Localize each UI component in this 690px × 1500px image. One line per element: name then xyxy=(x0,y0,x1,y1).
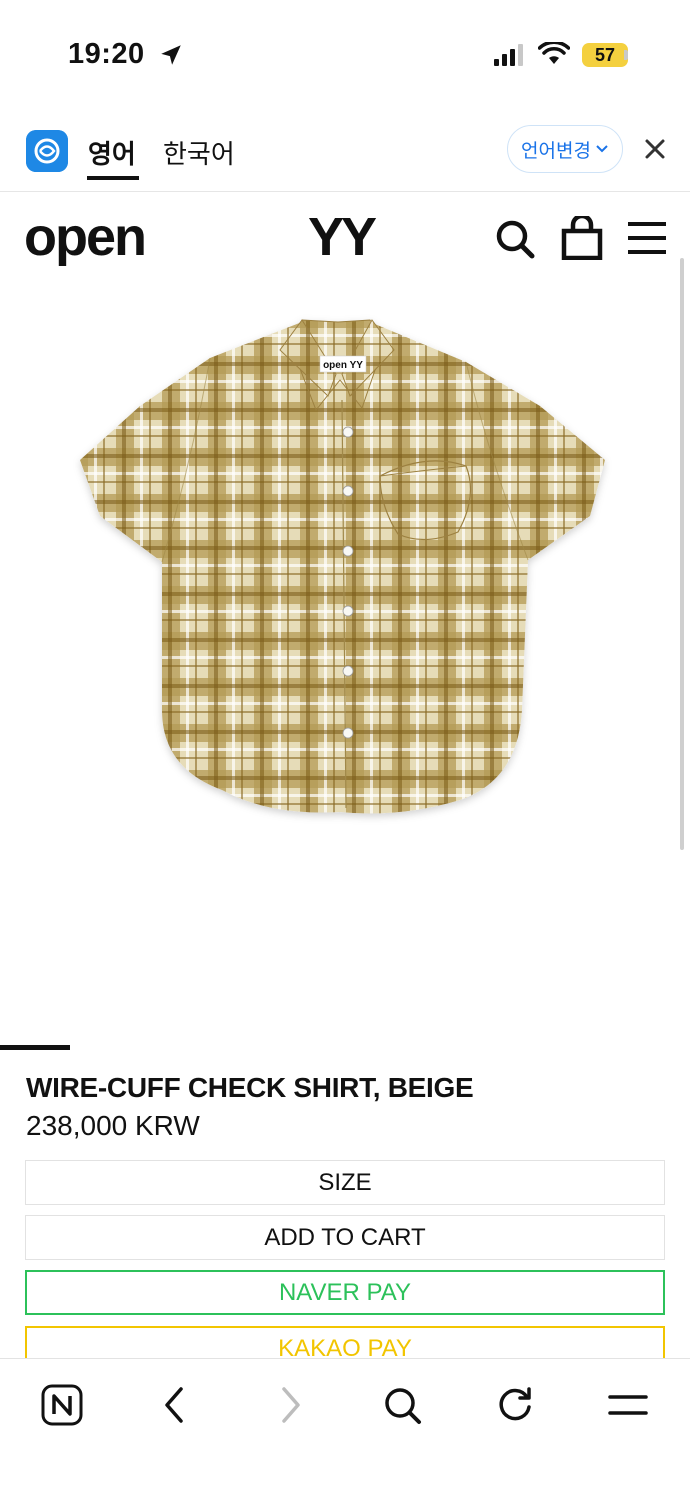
brand-logo-open[interactable]: open xyxy=(24,206,147,268)
search-icon[interactable] xyxy=(494,218,536,260)
chevron-down-icon xyxy=(596,145,608,153)
browser-menu-icon[interactable] xyxy=(606,1383,650,1427)
translator-logo-icon[interactable] xyxy=(26,130,68,172)
translate-bar: 영어 한국어 언어변경 xyxy=(0,110,690,192)
naver-pay-button[interactable]: NAVER PAY xyxy=(25,1270,665,1315)
close-icon[interactable] xyxy=(640,134,670,164)
shopping-bag-icon[interactable] xyxy=(560,216,604,260)
image-slide-indicator xyxy=(0,1045,70,1050)
active-tab-underline xyxy=(87,176,139,180)
add-to-cart-button[interactable]: ADD TO CART xyxy=(25,1215,665,1260)
garment-label: open YY xyxy=(323,360,363,371)
naver-n-icon[interactable] xyxy=(40,1383,84,1427)
size-button[interactable]: SIZE xyxy=(25,1160,665,1205)
product-image[interactable]: open YY xyxy=(70,310,615,830)
tab-english[interactable]: 영어 xyxy=(88,134,136,171)
status-bar: 19:20 57 xyxy=(0,0,690,110)
change-language-label: 언어변경 xyxy=(521,140,591,162)
hamburger-menu-icon[interactable] xyxy=(628,220,666,256)
tab-korean[interactable]: 한국어 xyxy=(163,134,235,171)
product-price: 238,000 KRW xyxy=(26,1110,200,1141)
status-time: 19:20 xyxy=(68,38,145,70)
product-title: WIRE-CUFF CHECK SHIRT, BEIGE xyxy=(26,1072,474,1103)
reload-icon[interactable] xyxy=(493,1383,537,1427)
brand-logo-yy[interactable]: YY xyxy=(308,206,377,268)
change-language-button[interactable]: 언어변경 xyxy=(507,125,623,173)
battery-icon: 57 xyxy=(582,43,628,67)
forward-icon[interactable] xyxy=(268,1383,312,1427)
site-header: open YY xyxy=(0,192,690,284)
scrollbar-thumb[interactable] xyxy=(680,258,684,850)
cellular-signal-icon xyxy=(494,44,523,66)
back-icon[interactable] xyxy=(153,1383,197,1427)
browser-search-icon[interactable] xyxy=(380,1383,424,1427)
browser-toolbar xyxy=(0,1358,690,1500)
wifi-icon xyxy=(538,42,570,64)
battery-tip xyxy=(624,50,628,60)
location-arrow-icon xyxy=(161,45,181,65)
